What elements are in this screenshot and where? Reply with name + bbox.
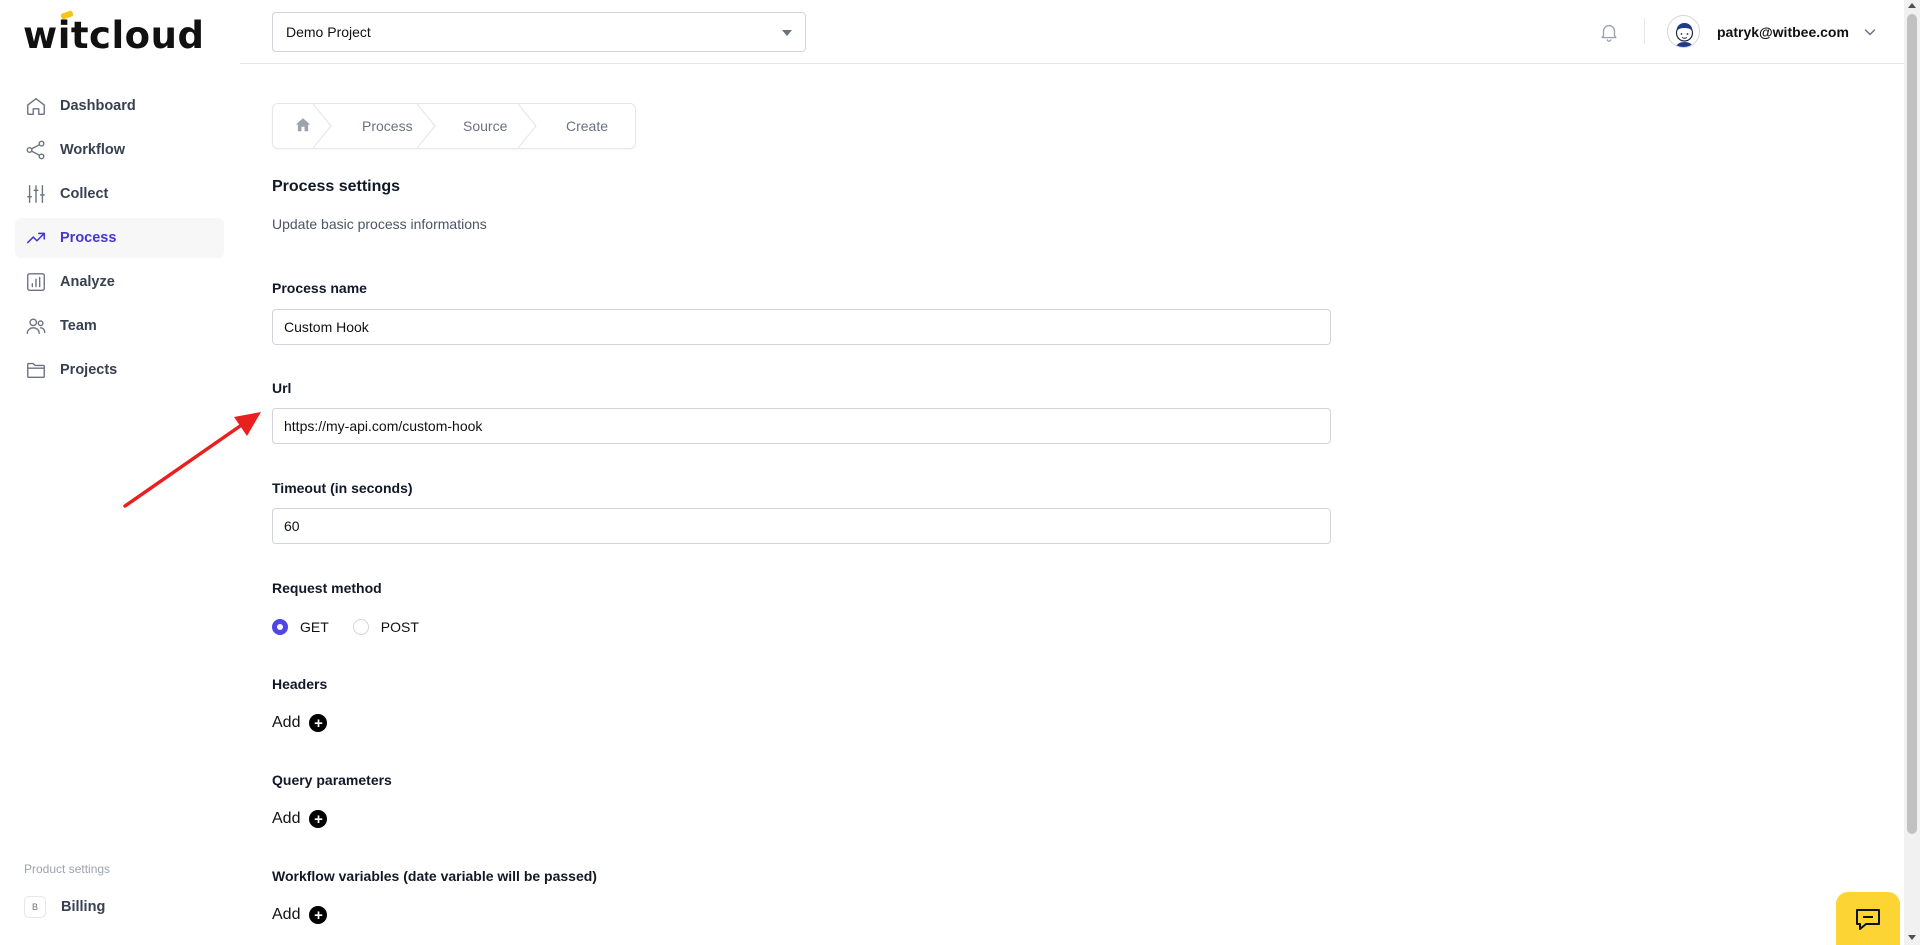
sidebar-item-analyze[interactable]: Analyze: [15, 262, 224, 302]
chat-icon: [1854, 907, 1882, 936]
timeout-input[interactable]: [272, 508, 1331, 544]
home-icon: [25, 95, 47, 117]
sidebar-item-collect[interactable]: Collect: [15, 174, 224, 214]
request-method-radio-group: GET POST: [272, 619, 443, 635]
sidebar: witcloud Dashboard Workflow Collect Proc…: [0, 0, 240, 945]
scrollbar-thumb[interactable]: [1907, 14, 1917, 834]
workflow-variables-label: Workflow variables (date variable will b…: [272, 868, 597, 884]
headers-label: Headers: [272, 676, 328, 692]
breadcrumb: Process Source Create: [272, 103, 636, 149]
url-input[interactable]: [272, 408, 1331, 444]
caret-down-icon: [782, 30, 792, 36]
share-icon: [25, 139, 47, 161]
plus-circle-icon: +: [309, 810, 328, 828]
project-select[interactable]: Demo Project: [272, 12, 806, 52]
add-label: Add: [272, 906, 301, 923]
breadcrumb-home[interactable]: [273, 104, 333, 148]
home-icon: [294, 116, 312, 137]
folder-icon: [25, 359, 47, 381]
query-parameters-label: Query parameters: [272, 772, 392, 788]
breadcrumb-label: Process: [362, 118, 413, 134]
add-header-button[interactable]: Add +: [272, 714, 328, 732]
add-workflow-variable-button[interactable]: Add +: [272, 906, 328, 924]
scroll-down-arrow-icon[interactable]: [1908, 935, 1916, 940]
sidebar-item-label: Projects: [60, 362, 118, 378]
url-label: Url: [272, 380, 292, 396]
plus-circle-icon: +: [309, 906, 328, 924]
header-divider: [1644, 18, 1645, 44]
page-title: Process settings: [272, 178, 401, 195]
sidebar-item-label: Workflow: [60, 142, 125, 158]
sliders-icon: [25, 183, 47, 205]
users-icon: [25, 315, 47, 337]
sidebar-item-label: Collect: [60, 186, 109, 202]
sidebar-item-label: Dashboard: [60, 98, 136, 114]
sidebar-item-label: Process: [60, 230, 117, 246]
scroll-up-arrow-icon[interactable]: [1908, 3, 1916, 8]
breadcrumb-item-process[interactable]: Process: [333, 104, 437, 148]
chevron-down-icon[interactable]: [1862, 24, 1878, 40]
user-email[interactable]: patryk@witbee.com: [1717, 24, 1849, 40]
bar-chart-icon: [25, 271, 47, 293]
project-select-value: Demo Project: [286, 24, 371, 40]
breadcrumb-item-create[interactable]: Create: [538, 104, 635, 148]
sidebar-item-team[interactable]: Team: [15, 306, 224, 346]
breadcrumb-label: Create: [566, 118, 609, 134]
breadcrumb-label: Source: [463, 118, 508, 134]
sidebar-item-label: Team: [60, 318, 97, 334]
breadcrumb-separator: [518, 104, 537, 148]
breadcrumb-separator: [417, 104, 436, 148]
page-subtitle: Update basic process informations: [272, 216, 487, 232]
process-name-input[interactable]: [272, 309, 1331, 345]
product-settings-heading: Product settings: [24, 862, 111, 876]
breadcrumb-item-source[interactable]: Source: [437, 104, 538, 148]
add-query-parameter-button[interactable]: Add +: [272, 810, 328, 828]
chat-button[interactable]: [1836, 892, 1900, 945]
billing-badge: B: [24, 896, 46, 918]
plus-circle-icon: +: [309, 714, 328, 732]
sidebar-item-dashboard[interactable]: Dashboard: [15, 86, 224, 126]
witcloud-logo[interactable]: witcloud: [23, 14, 204, 57]
add-label: Add: [272, 714, 301, 731]
add-label: Add: [272, 810, 301, 827]
avatar[interactable]: [1667, 15, 1700, 48]
request-method-label: Request method: [272, 580, 382, 596]
post-radio[interactable]: [352, 619, 369, 635]
breadcrumb-separator: [313, 104, 332, 148]
vertical-scrollbar[interactable]: [1904, 0, 1920, 945]
sidebar-nav: Dashboard Workflow Collect Process Analy…: [15, 86, 224, 394]
timeout-label: Timeout (in seconds): [272, 480, 413, 496]
bell-icon[interactable]: [1598, 21, 1620, 43]
sidebar-item-projects[interactable]: Projects: [15, 350, 224, 390]
sidebar-item-label: Billing: [61, 899, 106, 915]
trending-up-icon: [25, 227, 47, 249]
sidebar-item-workflow[interactable]: Workflow: [15, 130, 224, 170]
sidebar-item-label: Analyze: [60, 274, 115, 290]
get-radio[interactable]: [272, 619, 288, 635]
post-radio-label[interactable]: POST: [381, 619, 419, 635]
get-radio-label[interactable]: GET: [300, 619, 329, 635]
sidebar-item-billing[interactable]: B Billing: [24, 896, 105, 918]
process-name-label: Process name: [272, 280, 367, 296]
top-header: Demo Project patryk@witbee.com: [240, 0, 1904, 64]
sidebar-item-process[interactable]: Process: [15, 218, 224, 258]
